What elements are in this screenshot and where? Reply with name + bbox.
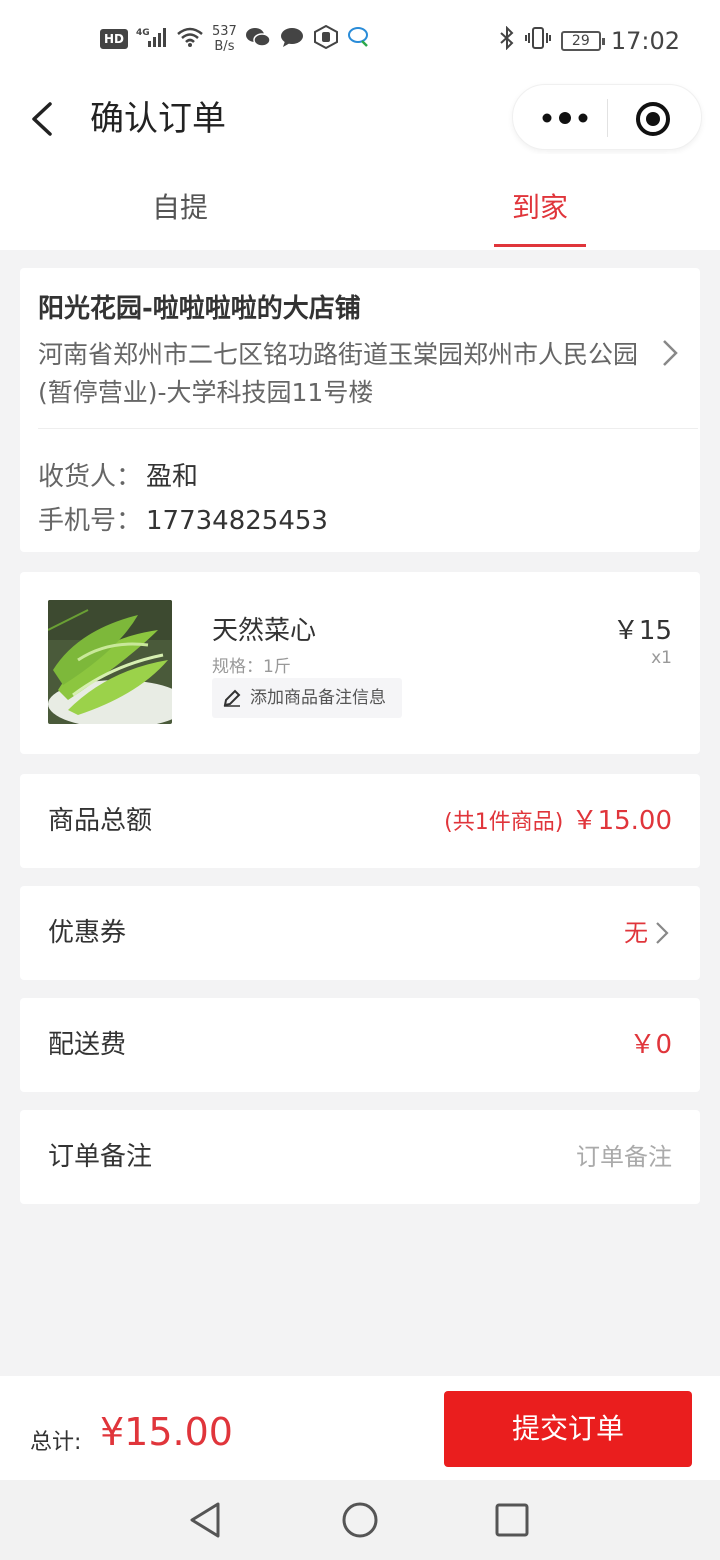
shipping-fee-row: 配送费 ￥0	[20, 998, 700, 1092]
battery-icon: 29	[560, 31, 605, 51]
goods-total-value-group: (共1件商品) ￥15.00	[444, 774, 672, 870]
page-title: 确认订单	[90, 99, 226, 139]
wechat-icon	[245, 26, 271, 52]
goods-total-row: 商品总额 (共1件商品) ￥15.00	[20, 774, 700, 868]
delivery-mode-tabs: 自提 到家	[0, 154, 720, 250]
product-spec: 规格：1斤	[212, 657, 291, 677]
add-note-label: 添加商品备注信息	[250, 688, 386, 708]
more-button[interactable]	[535, 99, 595, 137]
product-quantity: x1	[651, 648, 672, 668]
clock: 17:02	[610, 27, 680, 55]
product-card: 天然菜心 规格：1斤 添加商品备注信息 ￥15 x1	[20, 572, 700, 754]
wifi-icon	[176, 26, 204, 52]
grand-total-value: ¥15.00	[100, 1410, 233, 1454]
product-image	[48, 600, 172, 724]
back-button[interactable]	[26, 96, 62, 142]
back-arrow-icon	[32, 102, 52, 136]
message-icon	[279, 26, 305, 52]
store-name: 阳光花园-啦啦啦啦的大店铺	[38, 294, 361, 324]
phone-number: 17734825453	[146, 506, 328, 536]
phone-label: 手机号：	[38, 506, 143, 536]
close-button[interactable]	[633, 99, 673, 139]
speed-value: 537	[212, 24, 237, 39]
coupon-label: 优惠券	[48, 918, 127, 948]
system-nav-bar	[0, 1480, 720, 1560]
order-remark-label: 订单备注	[48, 1142, 153, 1172]
nav-bar: 确认订单	[0, 84, 720, 154]
pencil-icon	[223, 689, 241, 707]
receiver-name: 盈和	[146, 462, 199, 492]
target-close-icon	[636, 102, 670, 136]
more-dots-icon	[542, 112, 588, 124]
address-card[interactable]: 阳光花园-啦啦啦啦的大店铺 河南省郑州市二七区铭功路街道玉棠园郑州市人民公园(暂…	[20, 268, 700, 552]
network-speed: 537 B/s	[212, 24, 237, 54]
system-home-button[interactable]	[340, 1500, 380, 1540]
order-remark-row: 订单备注	[20, 1110, 700, 1204]
tab-pickup[interactable]: 自提	[0, 154, 360, 250]
grand-total-label: 总计:	[30, 1430, 82, 1455]
phone-row: 手机号： 17734825453	[38, 500, 328, 537]
product-price: ￥15	[612, 616, 672, 646]
goods-total-label: 商品总额	[48, 806, 153, 836]
status-left: HD 4G 537 B/s	[100, 24, 371, 54]
status-right: 29 17:02	[499, 25, 680, 56]
add-note-button[interactable]: 添加商品备注信息	[212, 678, 402, 718]
coupon-value: 无	[624, 919, 648, 947]
signal-icon: 4G	[136, 26, 168, 52]
square-recents-icon	[495, 1503, 529, 1537]
vibrate-icon	[524, 26, 551, 56]
hd-badge: HD	[100, 29, 129, 49]
store-address: 河南省郑州市二七区铭功路街道玉棠园郑州市人民公园(暂停营业)-大学科技园11号楼	[38, 340, 639, 407]
receiver-label: 收货人：	[38, 462, 143, 492]
shipping-fee-label: 配送费	[48, 1030, 127, 1060]
active-tab-indicator	[494, 244, 586, 247]
goods-count: (共1件商品)	[444, 810, 564, 835]
product-name: 天然菜心	[212, 616, 317, 646]
system-recents-button[interactable]	[492, 1500, 532, 1540]
system-back-button[interactable]	[186, 1500, 226, 1540]
status-bar: HD 4G 537 B/s 29 17:02	[0, 0, 720, 84]
chevron-right-icon	[656, 922, 669, 944]
hand-icon	[313, 24, 339, 53]
capsule-divider	[607, 99, 608, 137]
chat-bubble-icon	[347, 26, 371, 52]
goods-total-value: ￥15.00	[571, 806, 672, 836]
chevron-right-icon	[663, 340, 678, 366]
triangle-back-icon	[190, 1502, 220, 1538]
circle-home-icon	[342, 1502, 378, 1538]
receiver-row: 收货人： 盈和	[38, 456, 198, 493]
divider	[38, 428, 698, 429]
submit-order-button[interactable]: 提交订单	[444, 1391, 692, 1467]
order-remark-input[interactable]	[372, 1138, 672, 1176]
tab-delivery[interactable]: 到家	[360, 154, 720, 250]
network-type: 4G	[136, 28, 150, 38]
coupon-row[interactable]: 优惠券 无	[20, 886, 700, 980]
bluetooth-icon	[499, 25, 515, 56]
mini-program-capsule	[512, 84, 702, 150]
speed-unit: B/s	[214, 39, 235, 54]
checkout-bar: 总计: ¥15.00 提交订单	[0, 1376, 720, 1480]
shipping-fee-value: ￥0	[629, 1030, 672, 1060]
